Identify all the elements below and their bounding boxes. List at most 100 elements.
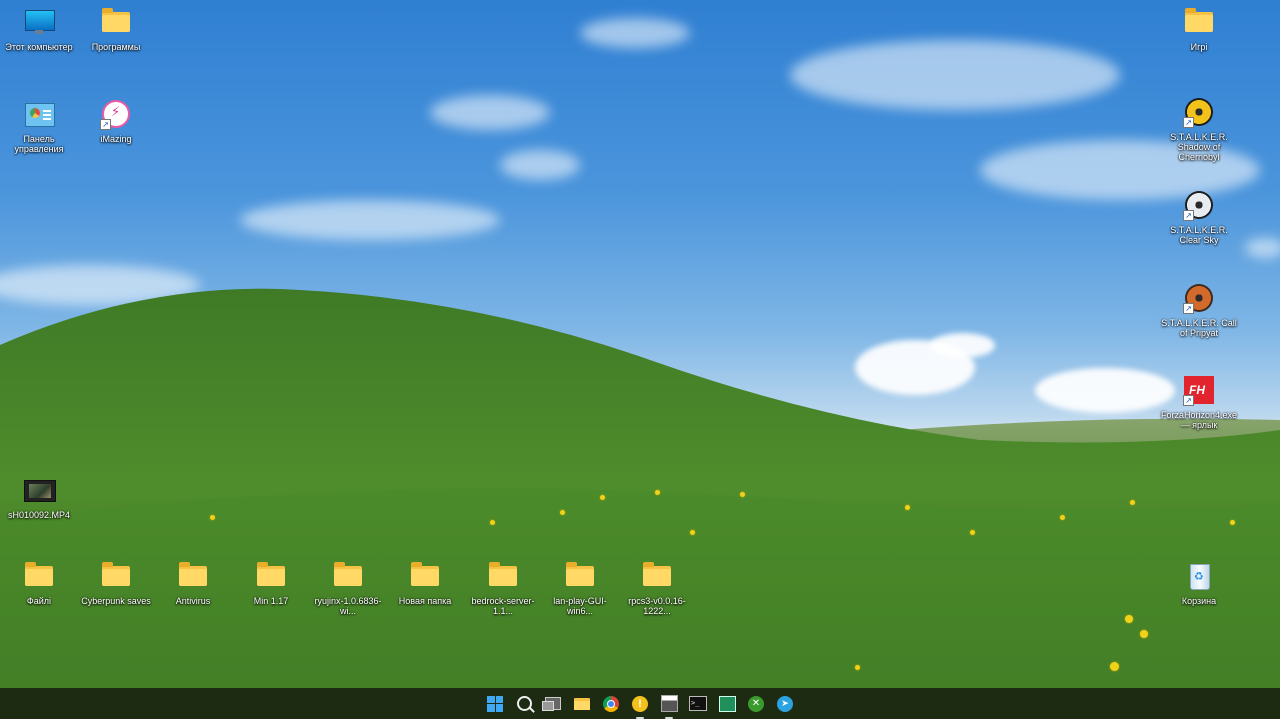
folder-icon (564, 560, 596, 592)
desktop-icon-games-folder[interactable]: Игрі (1160, 6, 1238, 52)
flower (905, 505, 910, 510)
video-file-icon (23, 474, 56, 506)
desktop-icon-label: rpcs3-v0.0.16-1222... (628, 596, 686, 616)
desktop-icon-folder[interactable]: bedrock-server-1.1... (464, 560, 542, 616)
folder-icon (487, 560, 519, 592)
desktop-icon-label: Cyberpunk saves (81, 596, 151, 606)
desktop-icon-video-file[interactable]: sH010092.MP4 (0, 474, 78, 520)
desktop-icon-folder[interactable]: Cyberpunk saves (77, 560, 155, 606)
control-panel-icon (23, 98, 55, 130)
desktop-icon-label: Этот компьютер (5, 42, 73, 52)
shortcut-arrow-icon: ↗ (1183, 303, 1194, 314)
flower (1140, 630, 1148, 638)
app-button[interactable] (659, 694, 679, 719)
folder-icon (100, 560, 132, 592)
flower (740, 492, 745, 497)
flower (1110, 662, 1119, 671)
folder-icon (100, 6, 132, 38)
flower (600, 495, 605, 500)
file-explorer-button[interactable] (572, 694, 592, 714)
desktop-icon-folder[interactable]: Файлі (0, 560, 78, 606)
desktop-icon-label: Панель управления (14, 134, 64, 154)
terminal-button[interactable] (688, 694, 708, 714)
desktop-icon-recycle-bin[interactable]: Корзина (1160, 560, 1238, 606)
flower (1060, 515, 1065, 520)
flower (855, 665, 860, 670)
desktop-icon-stalker-cs[interactable]: ↗ S.T.A.L.K.E.R. Clear Sky (1160, 189, 1238, 245)
desktop-icon-label: S.T.A.L.K.E.R. Clear Sky (1170, 225, 1228, 245)
shortcut-arrow-icon: ↗ (1183, 210, 1194, 221)
folder-icon (332, 560, 364, 592)
desktop-icon-label: Antivirus (175, 596, 211, 606)
folder-icon (409, 560, 441, 592)
flower (1230, 520, 1235, 525)
shortcut-arrow-icon: ↗ (1183, 117, 1194, 128)
search-icon (516, 696, 532, 711)
desktop-icon-label: Файлі (26, 596, 52, 606)
yellow-app-icon (632, 695, 648, 712)
folder-icon (641, 560, 673, 592)
flower (1125, 615, 1133, 623)
desktop-icon-label: bedrock-server-1.1... (471, 596, 535, 616)
yellow-app-button[interactable] (630, 694, 650, 719)
desktop-icon-folder[interactable]: Min 1.17 (232, 560, 310, 606)
desktop-icon-stalker-cop[interactable]: ↗ S.T.A.L.K.E.R. Call of Pripyat (1160, 282, 1238, 338)
green-app-icon (718, 695, 736, 712)
monitor-icon (23, 6, 55, 38)
desktop-icon-programs[interactable]: Программы (77, 6, 155, 52)
stalker-cop-icon: ↗ (1183, 282, 1215, 314)
flower (1130, 500, 1135, 505)
flower (690, 530, 695, 535)
xbox-icon (748, 695, 764, 712)
taskbar (0, 688, 1280, 719)
flower (560, 510, 565, 515)
desktop-icon-imazing[interactable]: ↗ iMazing (77, 98, 155, 144)
desktop-icon-folder[interactable]: Новая папка (386, 560, 464, 606)
desktop-icon-label: ForzaHorizon4.exe — ярлык (1160, 410, 1238, 430)
desktop-icon-label: sH010092.MP4 (7, 510, 71, 520)
folder-icon (255, 560, 287, 592)
desktop-icon-label: S.T.A.L.K.E.R. Call of Pripyat (1161, 318, 1237, 338)
imazing-icon: ↗ (100, 98, 132, 130)
flower (655, 490, 660, 495)
task-view-button[interactable] (542, 694, 563, 714)
forza-icon: ↗ (1183, 374, 1215, 406)
desktop-icon-label: Программы (91, 42, 141, 52)
desktop-icon-folder[interactable]: ryujinx-1.0.6836-wi... (309, 560, 387, 616)
desktop-icon-forza[interactable]: ↗ ForzaHorizon4.exe — ярлык (1160, 374, 1238, 430)
desktop-icon-label: lan-play-GUI-win6... (553, 596, 607, 616)
desktop-icon-folder[interactable]: lan-play-GUI-win6... (541, 560, 619, 616)
desktop-icon-label: ryujinx-1.0.6836-wi... (314, 596, 382, 616)
app-icon (660, 695, 678, 712)
desktop-icon-control-panel[interactable]: Панель управления (0, 98, 78, 154)
chrome-button[interactable] (601, 694, 621, 714)
desktop[interactable]: Этот компьютер Программы Панель управлен… (0, 0, 1280, 688)
recycle-bin-icon (1183, 560, 1215, 592)
desktop-icon-folder[interactable]: rpcs3-v0.0.16-1222... (618, 560, 696, 616)
desktop-icon-label: S.T.A.L.K.E.R. Shadow of Chernobyl (1170, 132, 1228, 162)
flower (970, 530, 975, 535)
terminal-icon (689, 696, 707, 711)
desktop-icon-label: Игрі (1190, 42, 1208, 52)
folder-icon (1183, 6, 1215, 38)
folder-icon (177, 560, 209, 592)
desktop-icon-label: iMazing (100, 134, 132, 144)
desktop-icon-label: Новая папка (398, 596, 452, 606)
stalker-soc-icon: ↗ (1183, 96, 1215, 128)
flower (210, 515, 215, 520)
telegram-icon (777, 695, 793, 712)
windows-logo-icon (487, 695, 503, 712)
task-view-icon (542, 697, 561, 711)
desktop-icon-folder[interactable]: Antivirus (154, 560, 232, 606)
desktop-icon-label: Корзина (1181, 596, 1217, 606)
xbox-button[interactable] (746, 694, 766, 714)
start-button[interactable] (485, 694, 505, 714)
search-button[interactable] (514, 694, 534, 714)
desktop-icon-stalker-soc[interactable]: ↗ S.T.A.L.K.E.R. Shadow of Chernobyl (1160, 96, 1238, 162)
telegram-button[interactable] (775, 694, 795, 714)
flower (490, 520, 495, 525)
shortcut-arrow-icon: ↗ (1183, 395, 1194, 406)
desktop-icon-this-pc[interactable]: Этот компьютер (0, 6, 78, 52)
green-app-button[interactable] (717, 694, 737, 714)
desktop-icon-label: Min 1.17 (253, 596, 289, 606)
